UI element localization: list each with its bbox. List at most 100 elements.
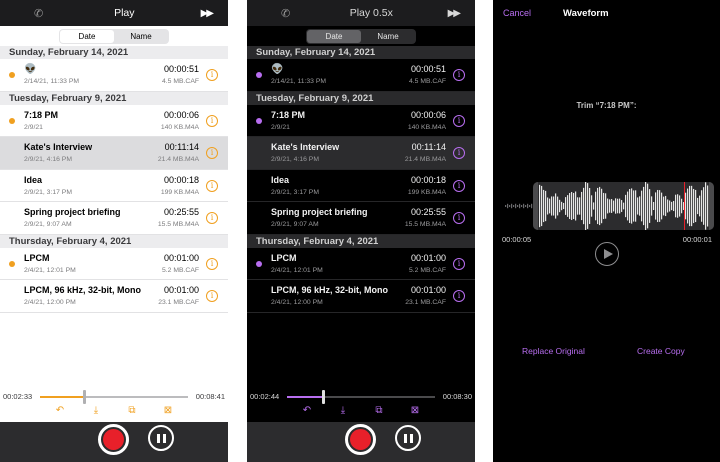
recording-date: 2/9/21, 3:17 PM <box>271 188 319 196</box>
record-button[interactable] <box>98 424 129 455</box>
recording-name: Kate's Interview <box>271 142 340 152</box>
recording-row[interactable]: LPCM, 96 kHz, 32-bit, Mono 2/4/21, 12:00 … <box>247 280 475 313</box>
cancel-button[interactable]: Cancel <box>503 8 563 18</box>
recording-size: 15.5 MB.M4A <box>404 221 446 228</box>
recording-row[interactable]: Spring project briefing 2/9/21, 9:07 AM 00… <box>247 202 475 235</box>
unplayed-dot <box>9 72 15 78</box>
recording-date: 2/9/21 <box>271 123 290 131</box>
recording-date: 2/9/21, 4:16 PM <box>24 156 72 163</box>
recording-date: 2/9/21, 9:07 AM <box>24 221 72 228</box>
play-icon[interactable] <box>595 242 619 266</box>
share-icon[interactable]: ↶ <box>300 405 314 422</box>
section-header: Sunday, February 14, 2021 <box>247 46 475 59</box>
pause-button[interactable] <box>395 425 421 451</box>
recording-row[interactable]: Idea 2/9/21, 3:17 PM 00:00:18 199 KB.M4A i <box>0 170 228 202</box>
recording-row[interactable]: Idea 2/9/21, 3:17 PM 00:00:18 199 KB.M4A i <box>247 170 475 202</box>
recording-row[interactable]: LPCM 2/4/21, 12:01 PM 00:01:00 5.2 MB.CAF i <box>0 248 228 280</box>
playback-scrubber[interactable] <box>82 390 86 404</box>
info-icon[interactable]: i <box>206 147 218 159</box>
recording-duration: 00:00:06 <box>163 109 199 120</box>
trim-window[interactable] <box>533 182 714 230</box>
info-icon[interactable]: i <box>453 147 465 159</box>
recording-row[interactable]: 7:18 PM 2/9/21 00:00:06 140 KB.M4A i <box>0 105 228 137</box>
recording-name: 7:18 PM <box>271 109 306 120</box>
info-icon[interactable]: i <box>206 69 218 81</box>
recording-row[interactable]: 👽 2/14/21, 11:33 PM 00:00:51 4.5 MB.CAF i <box>0 59 228 92</box>
recording-name: Idea <box>271 174 290 185</box>
waveform-graphic <box>539 182 709 230</box>
play-title[interactable]: Play <box>48 7 201 19</box>
recording-name: 👽 <box>271 64 284 75</box>
replace-original-button[interactable]: Replace Original <box>522 346 585 356</box>
recording-name: Spring project briefing <box>24 207 121 217</box>
info-icon[interactable]: i <box>453 179 465 192</box>
recording-row[interactable]: 7:18 PM 2/9/21 00:00:06 140 KB.M4A i <box>247 105 475 137</box>
info-icon[interactable]: i <box>206 179 218 192</box>
info-icon[interactable]: i <box>206 290 218 302</box>
action-toolbar: ↶ ⤓ ⧉ ⊠ <box>0 405 228 422</box>
recording-name: Spring project briefing <box>271 207 368 217</box>
duplicate-icon[interactable]: ⧉ <box>125 405 139 422</box>
action-toolbar: ↶ ⤓ ⧉ ⊠ <box>247 405 475 422</box>
recording-date: 2/9/21 <box>24 123 43 131</box>
recording-duration: 00:01:00 <box>410 252 446 263</box>
recording-row[interactable]: Spring project briefing 2/9/21, 9:07 AM 00… <box>0 202 228 235</box>
recording-size: 199 KB.M4A <box>160 188 199 196</box>
playhead-marker[interactable] <box>684 182 685 230</box>
recording-duration: 00:01:00 <box>410 285 446 295</box>
record-button[interactable] <box>345 424 376 455</box>
recording-size: 140 KB.M4A <box>407 123 446 131</box>
duplicate-icon[interactable]: ⧉ <box>372 405 386 422</box>
unplayed-dot <box>9 117 15 124</box>
info-icon[interactable]: i <box>453 69 465 81</box>
create-copy-button[interactable]: Create Copy <box>637 346 685 356</box>
info-icon[interactable]: i <box>453 114 465 127</box>
segment-name[interactable]: Name <box>114 30 168 43</box>
download-icon[interactable]: ⤓ <box>336 405 350 422</box>
fast-forward-icon[interactable]: ▶▶ <box>201 8 214 19</box>
sort-segment-bar: Date Name <box>0 26 228 46</box>
segment-date[interactable]: Date <box>60 29 114 43</box>
recording-row[interactable]: 👽 2/14/21, 11:33 PM 00:00:51 4.5 MB.CAF i <box>247 59 475 92</box>
recording-date: 2/4/21, 12:01 PM <box>24 266 76 274</box>
phone-icon[interactable]: ✆ <box>281 7 295 20</box>
download-icon[interactable]: ⤓ <box>89 405 103 422</box>
info-icon[interactable]: i <box>206 212 218 224</box>
recording-row[interactable]: Kate's Interview 2/9/21, 4:16 PM 00:11:14 2… <box>247 137 475 170</box>
recording-size: 5.2 MB.CAF <box>161 266 199 274</box>
info-icon[interactable]: i <box>453 290 465 302</box>
play-title[interactable]: Play 0.5x <box>295 7 448 19</box>
pause-button[interactable] <box>148 425 174 451</box>
trim-start-handle[interactable] <box>533 182 538 230</box>
playback-bar: 00:02:33 00:08:41 <box>0 387 228 407</box>
recording-size: 4.5 MB.CAF <box>408 78 446 85</box>
trim-end-handle[interactable] <box>709 182 714 230</box>
waveform-outside-left <box>505 203 533 209</box>
info-icon[interactable]: i <box>453 212 465 224</box>
playback-track[interactable] <box>287 390 435 404</box>
fast-forward-icon[interactable]: ▶▶ <box>448 8 461 19</box>
recording-date: 2/9/21, 4:16 PM <box>271 156 319 163</box>
info-icon[interactable]: i <box>206 114 218 127</box>
recording-duration: 00:00:51 <box>410 64 446 74</box>
screenshot-stage: ✆ Play ▶▶ Date Name Sunday, February 14,… <box>0 0 720 462</box>
playback-track[interactable] <box>40 390 188 404</box>
archive-icon[interactable]: ⊠ <box>161 405 175 422</box>
recording-size: 4.5 MB.CAF <box>161 78 199 85</box>
info-icon[interactable]: i <box>206 257 218 270</box>
segment-name[interactable]: Name <box>361 30 415 43</box>
playback-scrubber[interactable] <box>322 390 326 404</box>
recording-controls <box>247 422 475 462</box>
sort-segment-bar: Date Name <box>247 26 475 46</box>
recording-row[interactable]: Kate's Interview 2/9/21, 4:16 PM 00:11:14 2… <box>0 137 228 170</box>
archive-icon[interactable]: ⊠ <box>408 405 422 422</box>
share-icon[interactable]: ↶ <box>53 405 67 422</box>
trim-start-time: 00:00:05 <box>502 235 532 244</box>
elapsed-time: 00:02:44 <box>250 392 280 401</box>
phone-icon[interactable]: ✆ <box>34 7 48 20</box>
info-icon[interactable]: i <box>453 257 465 270</box>
recordings-screen-light: ✆ Play ▶▶ Date Name Sunday, February 14,… <box>0 0 228 462</box>
segment-date[interactable]: Date <box>307 29 361 43</box>
recording-row[interactable]: LPCM, 96 kHz, 32-bit, Mono 2/4/21, 12:00 … <box>0 280 228 313</box>
recording-row[interactable]: LPCM 2/4/21, 12:01 PM 00:01:00 5.2 MB.CAF i <box>247 248 475 280</box>
